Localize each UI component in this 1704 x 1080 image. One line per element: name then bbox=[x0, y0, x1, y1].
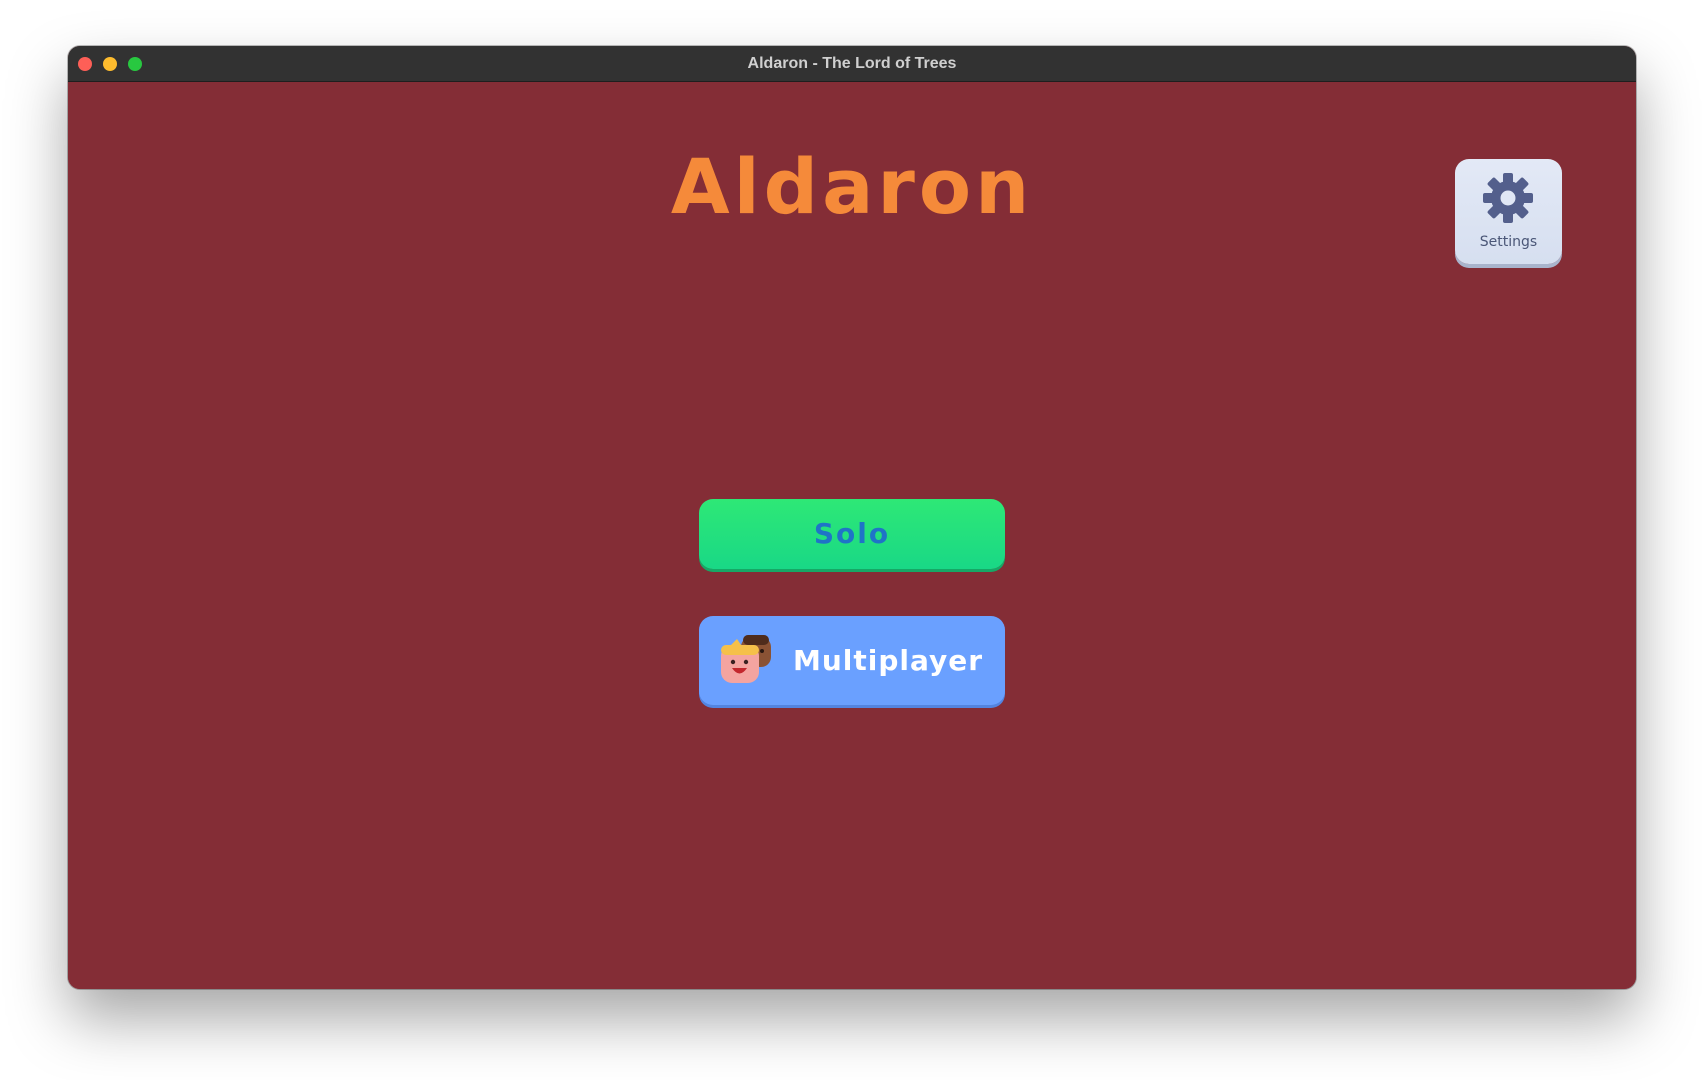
multiplayer-button[interactable]: Multiplayer bbox=[699, 616, 1005, 705]
gear-icon bbox=[1483, 173, 1533, 223]
app-title: Aldaron bbox=[670, 142, 1034, 231]
window-titlebar[interactable]: Aldaron - The Lord of Trees bbox=[68, 46, 1636, 82]
desktop: Aldaron - The Lord of Trees Aldaron Sett… bbox=[0, 0, 1704, 1080]
main-menu: Aldaron Settings Solo Multiplayer bbox=[68, 82, 1636, 989]
window-title: Aldaron - The Lord of Trees bbox=[747, 55, 957, 72]
settings-label: Settings bbox=[1479, 234, 1538, 250]
players-icon bbox=[721, 635, 771, 683]
multiplayer-label: Multiplayer bbox=[793, 644, 984, 677]
app-window: Aldaron - The Lord of Trees Aldaron Sett… bbox=[68, 46, 1636, 989]
solo-button[interactable]: Solo bbox=[699, 499, 1005, 569]
settings-button[interactable]: Settings bbox=[1455, 159, 1562, 264]
